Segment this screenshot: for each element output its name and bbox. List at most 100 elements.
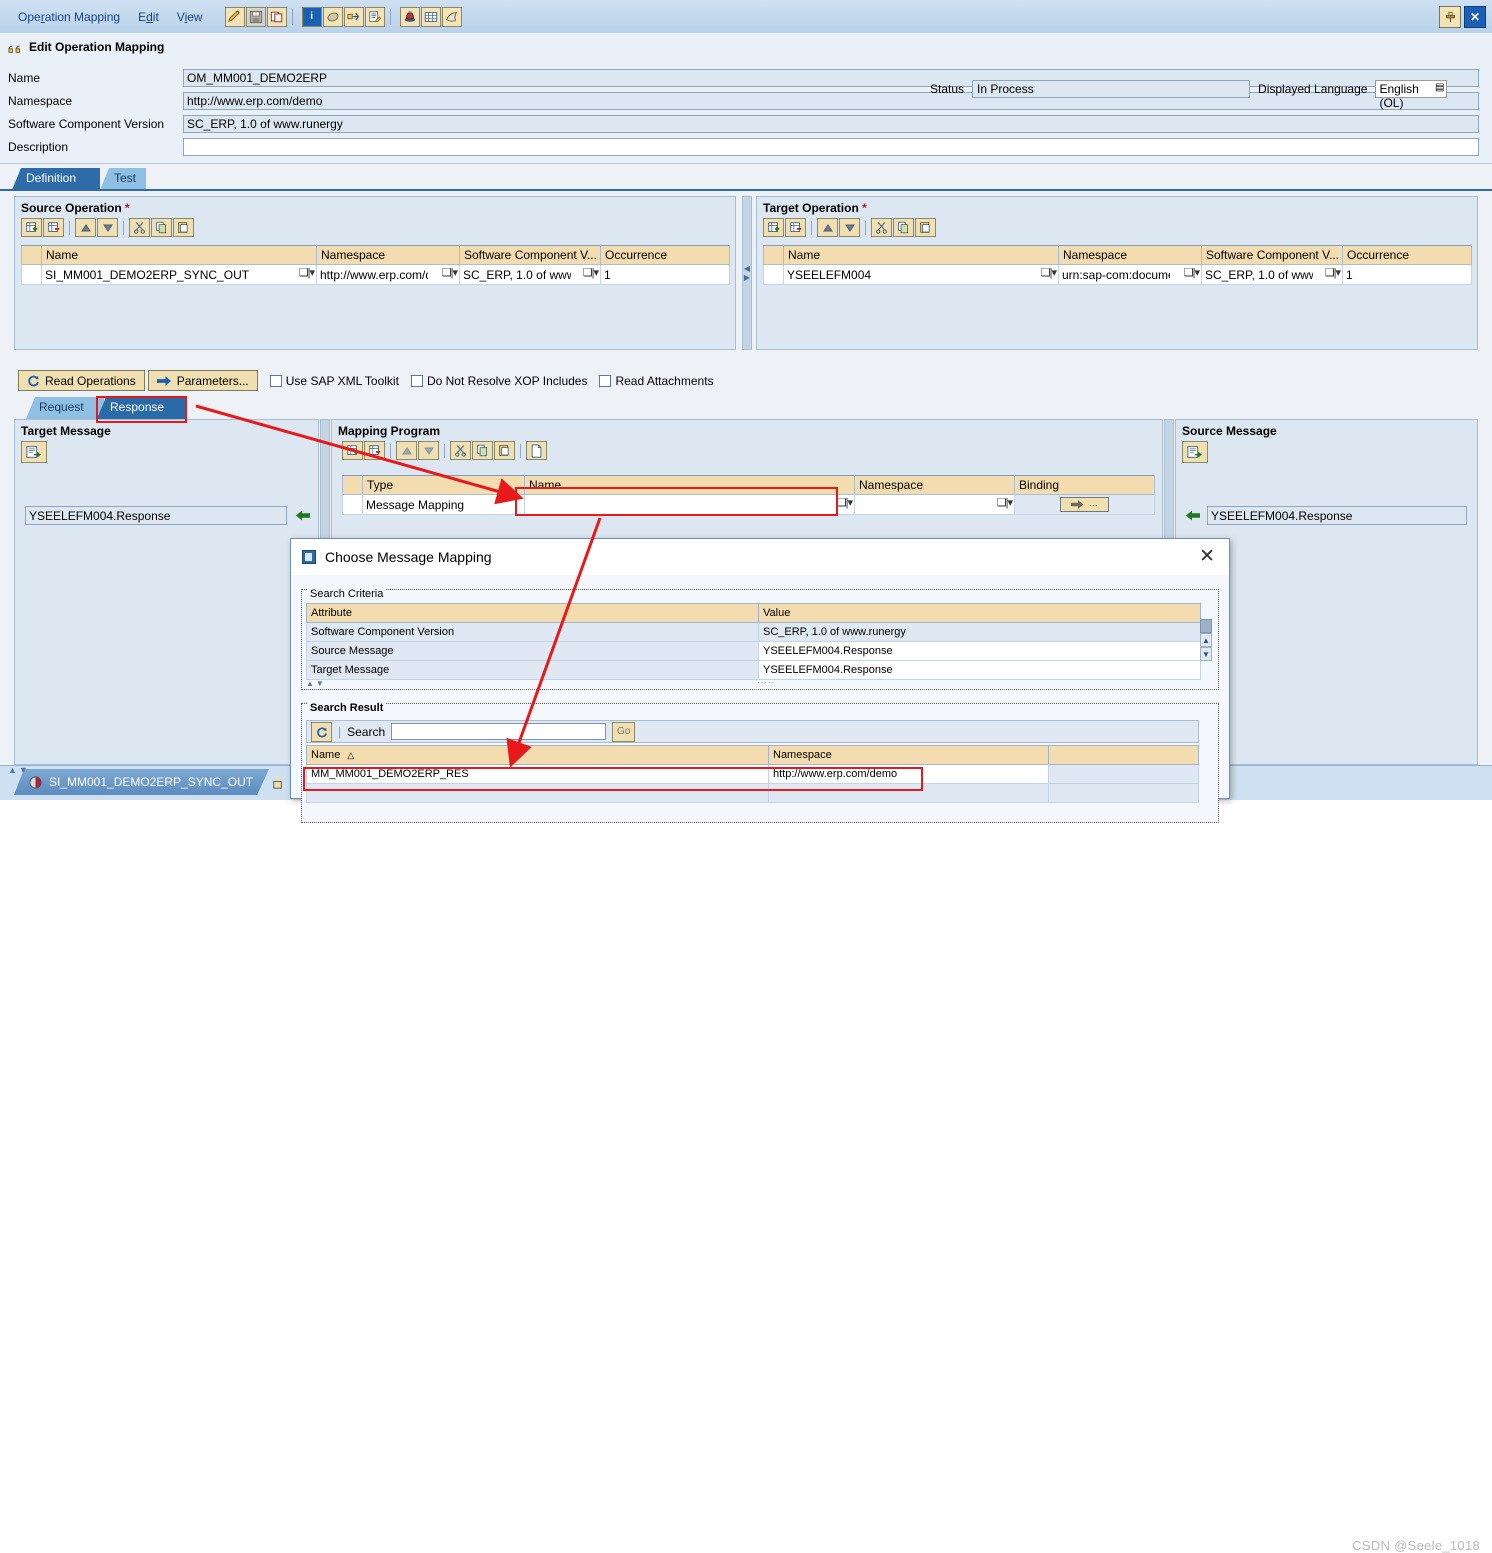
pin-icon[interactable] (1439, 6, 1461, 28)
scroll-down-icon[interactable]: ▼ (1200, 647, 1212, 661)
col-scv[interactable]: Software Component V... (1201, 245, 1343, 265)
col-namespace[interactable]: Namespace (854, 475, 1015, 495)
chevron-down-icon[interactable]: ▼ (316, 679, 324, 688)
move-down-icon[interactable] (418, 441, 439, 460)
col-name[interactable]: Name (41, 245, 317, 265)
value-help-icon[interactable]: ❑|▾ (583, 266, 599, 279)
cut-icon[interactable] (450, 441, 471, 460)
insert-row-icon[interactable] (763, 218, 784, 237)
row-selector[interactable] (763, 264, 784, 285)
copy-icon[interactable] (151, 218, 172, 237)
scroll-up-icon[interactable]: ▲ (1200, 633, 1212, 647)
copy-window-icon[interactable] (266, 6, 287, 27)
checkbox-box[interactable] (410, 374, 423, 387)
scrollbar-thumb[interactable] (1200, 619, 1212, 633)
refresh-icon[interactable] (311, 721, 332, 742)
displayed-language-select[interactable]: English (OL) ▤ (1375, 80, 1448, 110)
move-up-icon[interactable] (817, 218, 838, 237)
col-namespace[interactable]: Namespace (316, 245, 460, 265)
description-field[interactable] (183, 137, 1479, 156)
cell-binding[interactable]: ··· (1014, 494, 1155, 515)
row-selector[interactable] (342, 494, 363, 515)
chevron-up-icon[interactable]: ▲ (8, 765, 17, 775)
insert-row-icon[interactable] (342, 441, 363, 460)
cell-scv[interactable]: SC_ERP, 1.0 of www ❑|▾ (1201, 264, 1343, 285)
tab-test[interactable]: Test (100, 168, 146, 190)
delete-row-icon[interactable] (43, 218, 64, 237)
binding-button[interactable]: ··· (1060, 497, 1109, 512)
chevron-up-icon[interactable]: ▲ (306, 679, 314, 688)
col-attribute[interactable]: Attribute (306, 603, 759, 623)
table-row[interactable]: Source Message YSEELEFM004.Response (306, 641, 1201, 661)
value-help-icon[interactable]: ❑|▾ (299, 266, 315, 279)
menu-view[interactable]: View (177, 10, 203, 24)
value-help-icon[interactable]: ❑|▾ (997, 496, 1013, 509)
cell-scv[interactable]: SC_ERP, 1.0 of www ❑|▾ (459, 264, 601, 285)
search-criteria-scrollbar[interactable]: ▲ ▼ (1200, 619, 1214, 674)
parameters-button[interactable]: Parameters... (147, 370, 258, 391)
move-up-icon[interactable] (75, 218, 96, 237)
cell-namespace[interactable]: urn:sap-com:docume ❑|▾ (1058, 264, 1202, 285)
close-icon[interactable]: ✕ (1199, 547, 1215, 566)
table-row[interactable]: YSEELEFM004 ❑|▾ urn:sap-com:docume ❑|▾ SC_… (763, 264, 1472, 285)
copy-icon[interactable] (893, 218, 914, 237)
col-type[interactable]: Type (362, 475, 525, 495)
move-up-icon[interactable] (396, 441, 417, 460)
col-occurrence[interactable]: Occurrence (600, 245, 730, 265)
cell-namespace[interactable]: http://www.erp.com/d ❑|▾ (316, 264, 460, 285)
tab-response[interactable]: Response (97, 397, 185, 419)
where-used-icon[interactable] (343, 6, 364, 27)
cell-mapping-name[interactable]: ❑|▾ (524, 494, 855, 515)
col-binding[interactable]: Binding (1014, 475, 1155, 495)
table-row[interactable]: Message Mapping ❑|▾ ❑|▾ ··· (342, 494, 1155, 515)
cell-result-name[interactable]: MM_MM001_DEMO2ERP_RES (306, 764, 769, 784)
table-row[interactable]: Software Component Version SC_ERP, 1.0 o… (306, 622, 1201, 642)
resize-grip[interactable]: ····· (757, 678, 775, 687)
cut-icon[interactable] (871, 218, 892, 237)
insert-row-icon[interactable] (21, 218, 42, 237)
delete-row-icon[interactable] (785, 218, 806, 237)
checkbox-read-attachments[interactable]: Read Attachments (599, 374, 714, 388)
cell-mapping-namespace[interactable]: ❑|▾ (854, 494, 1015, 515)
new-doc-icon[interactable] (526, 441, 547, 460)
cell-occurrence[interactable]: 1 (600, 264, 730, 285)
tab-definition[interactable]: Definition (12, 168, 100, 190)
menu-operation-mapping[interactable]: Operation Mapping (18, 10, 120, 24)
checkbox-use-sap-xml-toolkit[interactable]: Use SAP XML Toolkit (269, 374, 399, 388)
value-help-icon[interactable]: ❑|▾ (837, 496, 853, 509)
col-name[interactable]: Name (524, 475, 855, 495)
cell-occurrence[interactable]: 1 (1342, 264, 1472, 285)
value-help-icon[interactable]: ❑|▾ (1184, 266, 1200, 279)
value-help-icon[interactable]: ❑|▾ (442, 266, 458, 279)
col-namespace[interactable]: Namespace (1058, 245, 1202, 265)
cell-value[interactable]: YSEELEFM004.Response (758, 641, 1201, 661)
criteria-row-stepper[interactable]: ▲ ▼ (306, 679, 324, 688)
table-row[interactable]: SI_MM001_DEMO2ERP_SYNC_OUT ❑|▾ http://www… (21, 264, 730, 285)
save-icon[interactable] (245, 6, 266, 27)
cell-value[interactable]: YSEELEFM004.Response (758, 660, 1201, 680)
paste-icon[interactable] (173, 218, 194, 237)
software-component-version-field[interactable]: SC_ERP, 1.0 of www.runergy (183, 114, 1479, 133)
menu-edit[interactable]: Edit (138, 10, 159, 24)
col-name[interactable]: Name (783, 245, 1059, 265)
value-help-icon[interactable]: ❑|▾ (1041, 266, 1057, 279)
cell-result-namespace[interactable]: http://www.erp.com/demo (768, 764, 1049, 784)
open-object-icon[interactable] (21, 441, 47, 463)
info-icon[interactable]: i (301, 6, 322, 27)
edit-properties-icon[interactable] (364, 6, 385, 27)
row-selector[interactable] (21, 264, 42, 285)
open-object-icon[interactable] (1182, 441, 1208, 463)
col-occurrence[interactable]: Occurrence (1342, 245, 1472, 265)
book-icon[interactable] (322, 6, 343, 27)
cell-type[interactable]: Message Mapping (362, 494, 525, 515)
copy-icon[interactable] (472, 441, 493, 460)
read-operations-button[interactable]: Read Operations (18, 370, 145, 391)
tab-request[interactable]: Request (26, 397, 104, 419)
target-message-field[interactable]: YSEELEFM004.Response (25, 506, 287, 525)
ink-icon[interactable] (399, 6, 420, 27)
cell-value[interactable]: SC_ERP, 1.0 of www.runergy (758, 622, 1201, 642)
grid-icon[interactable] (420, 6, 441, 27)
checkbox-box[interactable] (599, 374, 612, 387)
col-namespace[interactable]: Namespace (768, 745, 1049, 765)
col-scv[interactable]: Software Component V... (459, 245, 601, 265)
